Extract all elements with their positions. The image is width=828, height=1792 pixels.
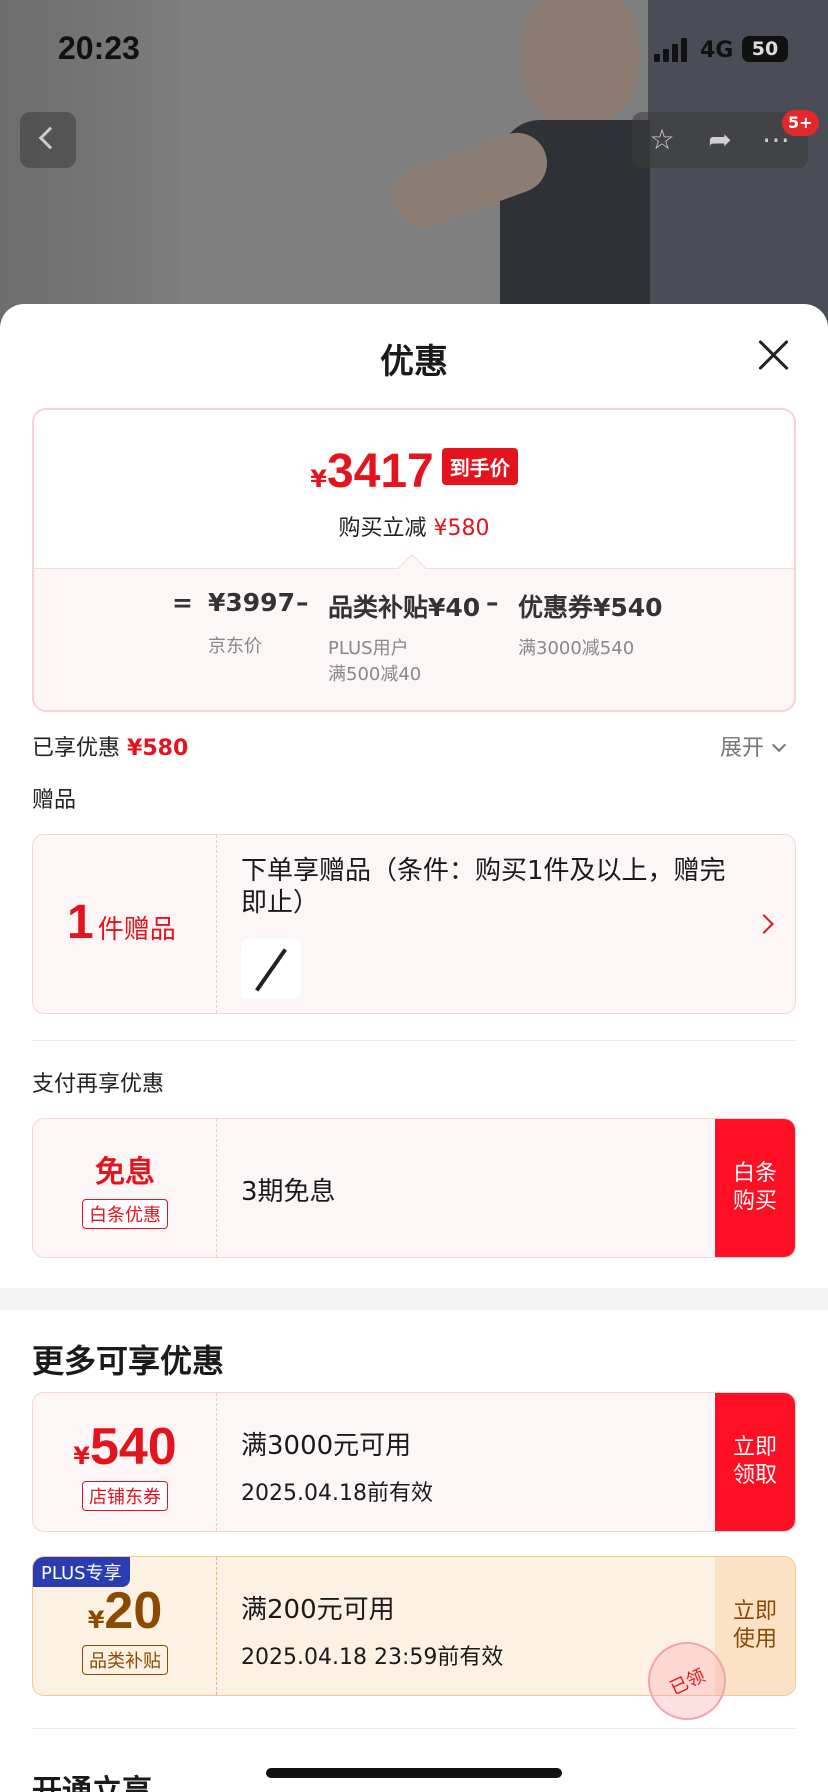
sheet-title: 优惠: [380, 342, 448, 382]
coupon-card: ¥540 店铺东券 满3000元可用 2025.04.18前有效 立即 领取: [32, 1392, 796, 1532]
subsidy-note-1: PLUS用户: [328, 638, 409, 659]
chevron-down-icon: [771, 737, 787, 753]
message-badge: 5+: [782, 110, 819, 136]
home-indicator: [266, 1768, 562, 1778]
equals-sign: =: [172, 588, 193, 617]
enjoyed-discount: 已享优惠 ¥580: [32, 736, 189, 761]
baitiao-badge: 白条优惠: [82, 1199, 168, 1229]
interest-free-desc: 3期免息: [241, 1177, 336, 1207]
plus-coupon-threshold: 满200元可用: [241, 1595, 395, 1625]
chevron-right-icon: [754, 914, 774, 934]
battery-icon: 50: [742, 36, 788, 62]
plus-coupon-value: ¥20: [87, 1582, 163, 1640]
signal-icon: [654, 38, 690, 62]
final-price-tag: 到手价: [441, 448, 518, 485]
subsidy-note-2: 满500减40: [328, 664, 422, 685]
coupon-note: 满3000减540: [518, 638, 635, 659]
more-discounts-title: 更多可享优惠: [32, 1342, 225, 1380]
plus-coupon-validity: 2025.04.18 23:59前有效: [241, 1645, 504, 1670]
reduction-line: 购买立减 ¥580: [338, 516, 490, 541]
pay-section-title: 支付再享优惠: [32, 1072, 165, 1097]
jd-price-label: 京东价: [208, 636, 262, 657]
coupon-validity: 2025.04.18前有效: [241, 1481, 433, 1506]
minus-sign: –: [486, 588, 499, 617]
back-button[interactable]: [20, 112, 76, 168]
coupon-value: ¥540: [73, 1418, 177, 1476]
share-icon[interactable]: ➦: [704, 124, 736, 156]
gift-description: 下单享赠品（条件：购买1件及以上，赠完即止）: [241, 856, 726, 918]
coupon-threshold: 满3000元可用: [241, 1431, 412, 1461]
expand-button[interactable]: 展开: [720, 730, 787, 762]
gift-card[interactable]: 1 件赠品 下单享赠品（条件：购买1件及以上，赠完即止）: [32, 834, 796, 1014]
network-type: 4G: [700, 38, 734, 63]
use-coupon-button[interactable]: 立即 使用: [715, 1557, 795, 1695]
back-arrow-icon: [38, 126, 62, 150]
minus-sign: –: [296, 588, 309, 617]
price-breakdown-card: ¥3417 到手价 购买立减 ¥580 = ¥3997 – 品类补贴¥40 – 优…: [32, 408, 796, 712]
close-icon[interactable]: [756, 338, 790, 372]
final-price: ¥3417 到手价: [34, 444, 794, 499]
baitiao-buy-button[interactable]: 白条 购买: [715, 1119, 795, 1257]
status-time: 20:23: [58, 30, 140, 66]
status-bar: 20:23 4G 50: [0, 0, 828, 100]
jd-price: ¥3997: [208, 588, 295, 617]
star-icon[interactable]: ☆: [646, 124, 678, 156]
coupon-amount: 优惠券¥540: [518, 593, 663, 622]
interest-free-label: 免息: [95, 1155, 155, 1190]
discount-sheet: 优惠 ¥3417 到手价 购买立减 ¥580 = ¥3997 – 品类补贴¥40 …: [0, 304, 828, 1792]
baitiao-card: 免息 白条优惠 3期免息 白条 购买: [32, 1118, 796, 1258]
final-price-amount: 3417: [326, 445, 434, 498]
open-membership-title: 开通立享: [32, 1774, 152, 1792]
category-subsidy: 品类补贴¥40: [328, 593, 481, 622]
reduction-value: ¥580: [433, 516, 490, 541]
coupon-type-badge: 店铺东券: [82, 1481, 168, 1511]
gift-thumbnail: [241, 939, 301, 999]
plus-coupon-badge: 品类补贴: [82, 1645, 168, 1675]
gift-section-title: 赠品: [32, 788, 77, 813]
gift-count: 1 件赠品: [67, 896, 176, 949]
claim-coupon-button[interactable]: 立即 领取: [715, 1393, 795, 1531]
